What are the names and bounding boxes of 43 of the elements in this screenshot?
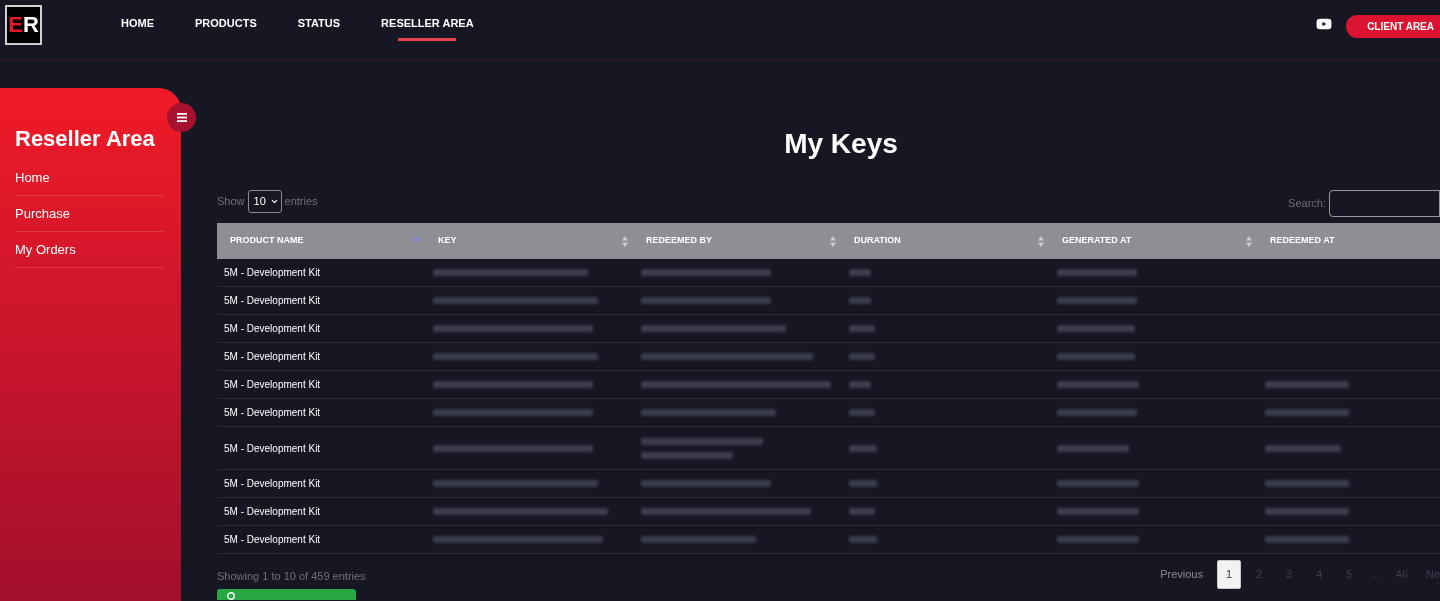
sidebar-title: Reseller Area bbox=[14, 126, 156, 152]
chevron-down-icon bbox=[269, 197, 279, 206]
logo-letter: R bbox=[22, 12, 39, 38]
logo-letter: E bbox=[8, 12, 23, 38]
column-header[interactable]: GENERATED AT bbox=[1049, 223, 1257, 259]
column-header[interactable]: REDEEMED AT bbox=[1257, 223, 1440, 259]
pagination-ellipsis: … bbox=[1369, 567, 1381, 583]
previous-button[interactable]: Previous bbox=[1160, 566, 1203, 583]
entries-label: entries bbox=[284, 194, 318, 210]
column-header[interactable]: DURATION bbox=[841, 223, 1049, 259]
table-cell-text: 5M - Development Kit bbox=[224, 350, 321, 364]
menu-button[interactable] bbox=[167, 103, 196, 132]
search-label: Search: bbox=[1288, 196, 1326, 212]
table-cell-text: 5M - Development Kit bbox=[224, 477, 321, 491]
show-label: Show bbox=[217, 194, 245, 210]
table-cell-text: 5M - Development Kit bbox=[224, 441, 321, 456]
table-cell-text: 5M - Development Kit bbox=[224, 378, 321, 392]
nav-link[interactable]: RESELLER AREA bbox=[381, 17, 474, 41]
nav-link[interactable]: STATUS bbox=[297, 17, 341, 41]
nav-link[interactable]: HOME bbox=[121, 17, 154, 41]
table-cell-text: 5M - Development Kit bbox=[224, 294, 321, 308]
sidebar-link[interactable]: My Orders bbox=[15, 232, 164, 268]
circle-icon bbox=[227, 592, 235, 600]
logo[interactable]: ER bbox=[5, 5, 42, 45]
column-header[interactable]: PRODUCT NAME bbox=[217, 223, 425, 259]
table-cell-text: 5M - Development Kit bbox=[224, 533, 321, 547]
client-area-button[interactable]: CLIENT AREA bbox=[1346, 15, 1440, 38]
sidebar-link[interactable]: Purchase bbox=[15, 196, 164, 232]
table-cell-text: 5M - Development Kit bbox=[224, 505, 321, 519]
sidebar-link[interactable]: Home bbox=[15, 160, 164, 196]
column-header[interactable]: KEY bbox=[425, 223, 633, 259]
table-cell-text: 5M - Development Kit bbox=[224, 406, 321, 420]
table-cell-text: 5M - Development Kit bbox=[224, 266, 321, 280]
menu-icon bbox=[176, 113, 187, 122]
page-title: My Keys bbox=[784, 128, 898, 160]
column-header[interactable]: REDEEMED BY bbox=[633, 223, 841, 259]
nav-link[interactable]: PRODUCTS bbox=[195, 17, 257, 41]
page-button[interactable]: 1 bbox=[1216, 560, 1241, 589]
table-cell-text: 5M - Development Kit bbox=[224, 322, 321, 336]
search-input[interactable] bbox=[1329, 190, 1440, 217]
table-info-text: Showing 1 to 10 of 459 entries bbox=[217, 569, 366, 584]
play-icon[interactable] bbox=[1315, 17, 1334, 31]
entries-select[interactable]: 10 bbox=[247, 190, 282, 213]
